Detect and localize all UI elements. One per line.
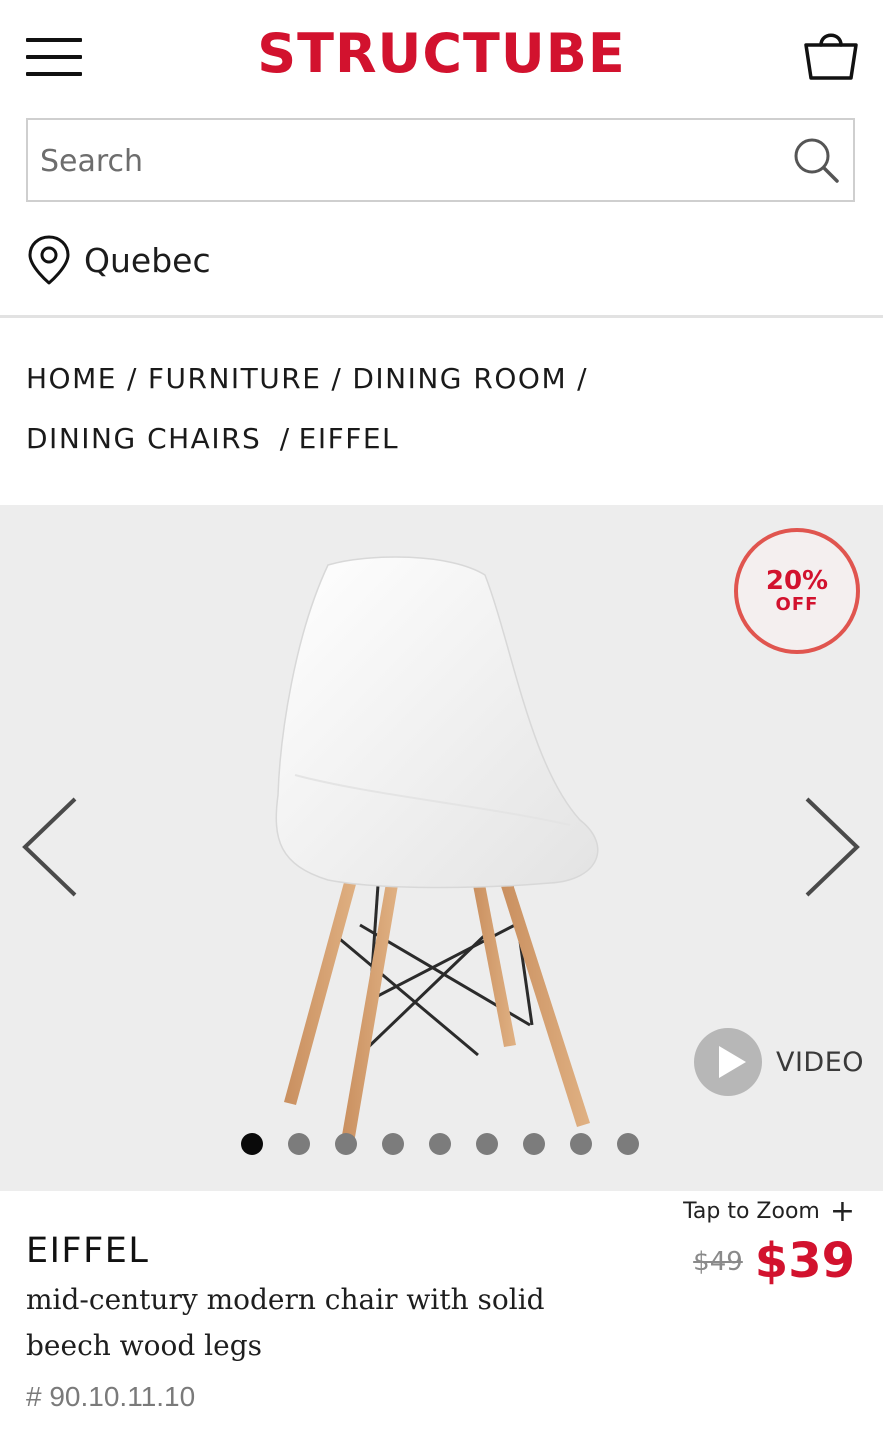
prev-image-button[interactable]: [20, 795, 80, 905]
plus-icon: +: [829, 1193, 855, 1229]
breadcrumb-furniture[interactable]: FURNITURE: [148, 362, 322, 395]
breadcrumb-eiffel: EIFFEL: [298, 422, 400, 455]
shopping-bag-icon: [804, 33, 858, 80]
map-pin-icon: [28, 235, 70, 285]
search-input[interactable]: [38, 120, 782, 202]
site-logo[interactable]: STRUCTUBE: [0, 22, 883, 85]
video-label: VIDEO: [776, 1046, 865, 1078]
gallery-dot[interactable]: [523, 1133, 545, 1155]
product-sku: # 90.10.11.10: [26, 1381, 196, 1412]
gallery-dot[interactable]: [382, 1133, 404, 1155]
gallery-dot[interactable]: [241, 1133, 263, 1155]
breadcrumb-dining-room[interactable]: DINING ROOM: [352, 362, 567, 395]
product-info: Tap to Zoom + EIFFEL mid-century modern …: [0, 1191, 883, 1440]
play-icon: [694, 1028, 762, 1096]
breadcrumb-separator: /: [331, 362, 343, 395]
discount-label: OFF: [775, 594, 819, 615]
next-image-button[interactable]: [802, 795, 862, 905]
product-name: EIFFEL: [26, 1231, 150, 1271]
discount-badge: 20% OFF: [734, 528, 860, 654]
product-image-chair: [275, 556, 599, 1143]
gallery-dot[interactable]: [429, 1133, 451, 1155]
old-price: $49: [693, 1247, 743, 1277]
chevron-left-icon: [22, 797, 77, 897]
product-gallery[interactable]: 20% OFF VIDEO: [0, 505, 883, 1191]
location-label: Quebec: [84, 240, 211, 280]
gallery-dot[interactable]: [476, 1133, 498, 1155]
product-description: mid-century modern chair with solid beec…: [26, 1283, 545, 1362]
discount-percent: 20%: [765, 566, 829, 596]
gallery-dot[interactable]: [335, 1133, 357, 1155]
site-header: STRUCTUBE: [0, 0, 883, 110]
gallery-pagination: [241, 1133, 664, 1155]
zoom-label: Tap to Zoom: [683, 1199, 820, 1224]
location-selector[interactable]: Quebec: [26, 232, 211, 288]
gallery-dot[interactable]: [570, 1133, 592, 1155]
breadcrumb: HOME / FURNITURE / DINING ROOM / DINING CHAIR…: [26, 350, 856, 470]
breadcrumb-home[interactable]: HOME: [26, 362, 117, 395]
gallery-dot[interactable]: [617, 1133, 639, 1155]
header-divider: [0, 315, 883, 318]
cart-button[interactable]: [802, 28, 860, 82]
video-button[interactable]: VIDEO: [694, 1028, 864, 1096]
tap-to-zoom[interactable]: Tap to Zoom +: [683, 1193, 855, 1229]
breadcrumb-dining-chairs[interactable]: DINING CHAIRS: [26, 422, 261, 455]
gallery-dot[interactable]: [288, 1133, 310, 1155]
chevron-right-icon: [805, 797, 860, 897]
price: $49 $39: [693, 1233, 855, 1289]
breadcrumb-separator: /: [577, 362, 589, 395]
breadcrumb-separator: /: [279, 422, 291, 455]
search-button[interactable]: [792, 136, 842, 186]
search-icon: [794, 138, 839, 183]
breadcrumb-separator: /: [126, 362, 138, 395]
search-box: [26, 118, 855, 202]
sale-price: $39: [754, 1233, 855, 1289]
